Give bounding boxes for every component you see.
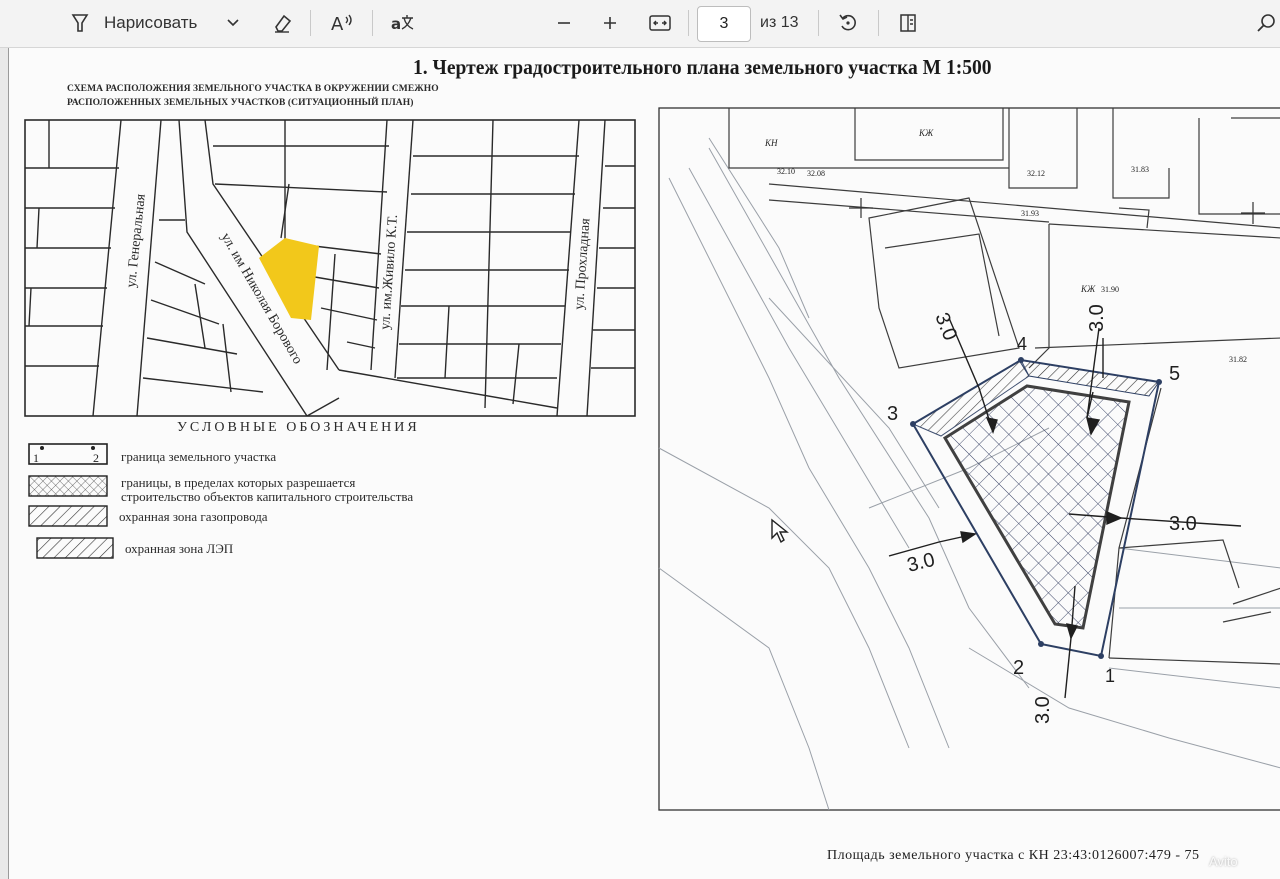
eraser-icon[interactable]	[264, 0, 300, 46]
toolbar-divider	[310, 10, 311, 36]
avito-watermark: Avito	[1209, 854, 1238, 869]
toolbar-divider	[688, 10, 689, 36]
mouse-cursor-icon	[771, 518, 789, 544]
elevation-label: 32.10	[777, 167, 795, 176]
zoom-in-icon[interactable]	[592, 0, 628, 46]
setback-label-right: 3.0	[1169, 513, 1197, 535]
page-number-input[interactable]	[697, 6, 751, 42]
legend-text-power-line-zone: охранная зона ЛЭП	[125, 541, 234, 556]
setback-label-left: 3.0	[930, 310, 961, 344]
scheme-caption-line: Схема расположения земельного участка в …	[67, 84, 439, 94]
street-label-generalnaya: ул. Генеральная	[124, 193, 149, 289]
document-page[interactable]: ул. Генеральная ул. им Николая Борового …	[8, 48, 1280, 879]
setback-label-bottom: 3.0	[1032, 696, 1054, 724]
scheme-caption: Схема расположения земельного участка в …	[67, 82, 439, 110]
elevation-label: 32.08	[807, 169, 825, 178]
legend-building-zone-symbol	[28, 475, 108, 497]
legend-text-line: строительство объектов капитального стро…	[121, 489, 414, 504]
translate-icon[interactable]: a	[382, 0, 422, 46]
point-label-4: 4	[1017, 334, 1027, 354]
legend-gas-zone-symbol	[28, 505, 108, 527]
plot-area-footer: Площадь земельного участка с КН 23:43:01…	[827, 848, 1200, 863]
buildable-zone	[942, 384, 1131, 630]
legend-text-line: границы, в пределах которых разрешается	[121, 475, 356, 490]
elevation-label: 31.83	[1131, 165, 1149, 174]
zoom-out-icon[interactable]	[546, 0, 582, 46]
kzh-label: КЖ	[1080, 284, 1096, 294]
chevron-down-icon[interactable]	[220, 0, 246, 46]
point-label-5: 5	[1169, 363, 1180, 385]
search-icon[interactable]	[1252, 0, 1280, 46]
rotate-icon[interactable]	[828, 0, 868, 46]
legend-symbols: 1 2	[28, 443, 114, 559]
elevation-label: 31.93	[1021, 209, 1039, 218]
legend-title: УСЛОВНЫЕ ОБОЗНАЧЕНИЯ	[177, 420, 420, 435]
legend-point-1: 1	[33, 451, 39, 465]
page-total-label: из 13	[760, 14, 799, 31]
scheme-caption-line: расположенных земельных участков (ситуац…	[67, 98, 414, 108]
elevation-label: 31.82	[1229, 355, 1247, 364]
legend-point-2: 2	[93, 451, 99, 465]
legend-power-line-zone-symbol	[36, 537, 114, 559]
page-view-icon[interactable]	[888, 0, 928, 46]
read-aloud-icon[interactable]: A	[322, 0, 362, 46]
point-label-2: 2	[1013, 657, 1024, 679]
street-label-prokhladnaya: ул. Прохладная	[572, 217, 593, 310]
cadastral-plan	[658, 107, 1280, 811]
toolbar-divider	[372, 10, 373, 36]
street-label-zhivilo: ул. им.Живило К.Т.	[378, 214, 401, 330]
drawing-title: 1. Чертеж градостроительного плана земел…	[413, 55, 992, 79]
setback-label-bottom-left: 3.0	[905, 549, 937, 577]
svg-text:a: a	[391, 15, 401, 33]
toolbar-divider	[878, 10, 879, 36]
fit-width-icon[interactable]	[640, 0, 680, 46]
kzh-label: КЖ	[918, 128, 934, 138]
draw-button[interactable]: Нарисовать	[104, 0, 214, 46]
draw-pen-icon[interactable]	[62, 0, 98, 46]
elevation-label: 31.90	[1101, 285, 1119, 294]
point-label-1: 1	[1105, 666, 1115, 686]
svg-text:A: A	[331, 14, 344, 34]
legend-text-building-zone: границы, в пределах которых разрешается …	[121, 476, 413, 504]
setback-label-top: 3.0	[1086, 304, 1108, 332]
elevation-label: 32.12	[1027, 169, 1045, 178]
legend-text-gas-zone: охранная зона газопровода	[119, 509, 268, 524]
situational-plan	[24, 119, 636, 417]
pdf-toolbar: Нарисовать A a из 13	[0, 0, 1280, 48]
draw-label: Нарисовать	[104, 13, 198, 32]
legend-text-boundary: граница земельного участка	[121, 449, 277, 464]
kn-label: КН	[764, 138, 778, 148]
point-label-3: 3	[887, 403, 898, 425]
toolbar-divider	[818, 10, 819, 36]
